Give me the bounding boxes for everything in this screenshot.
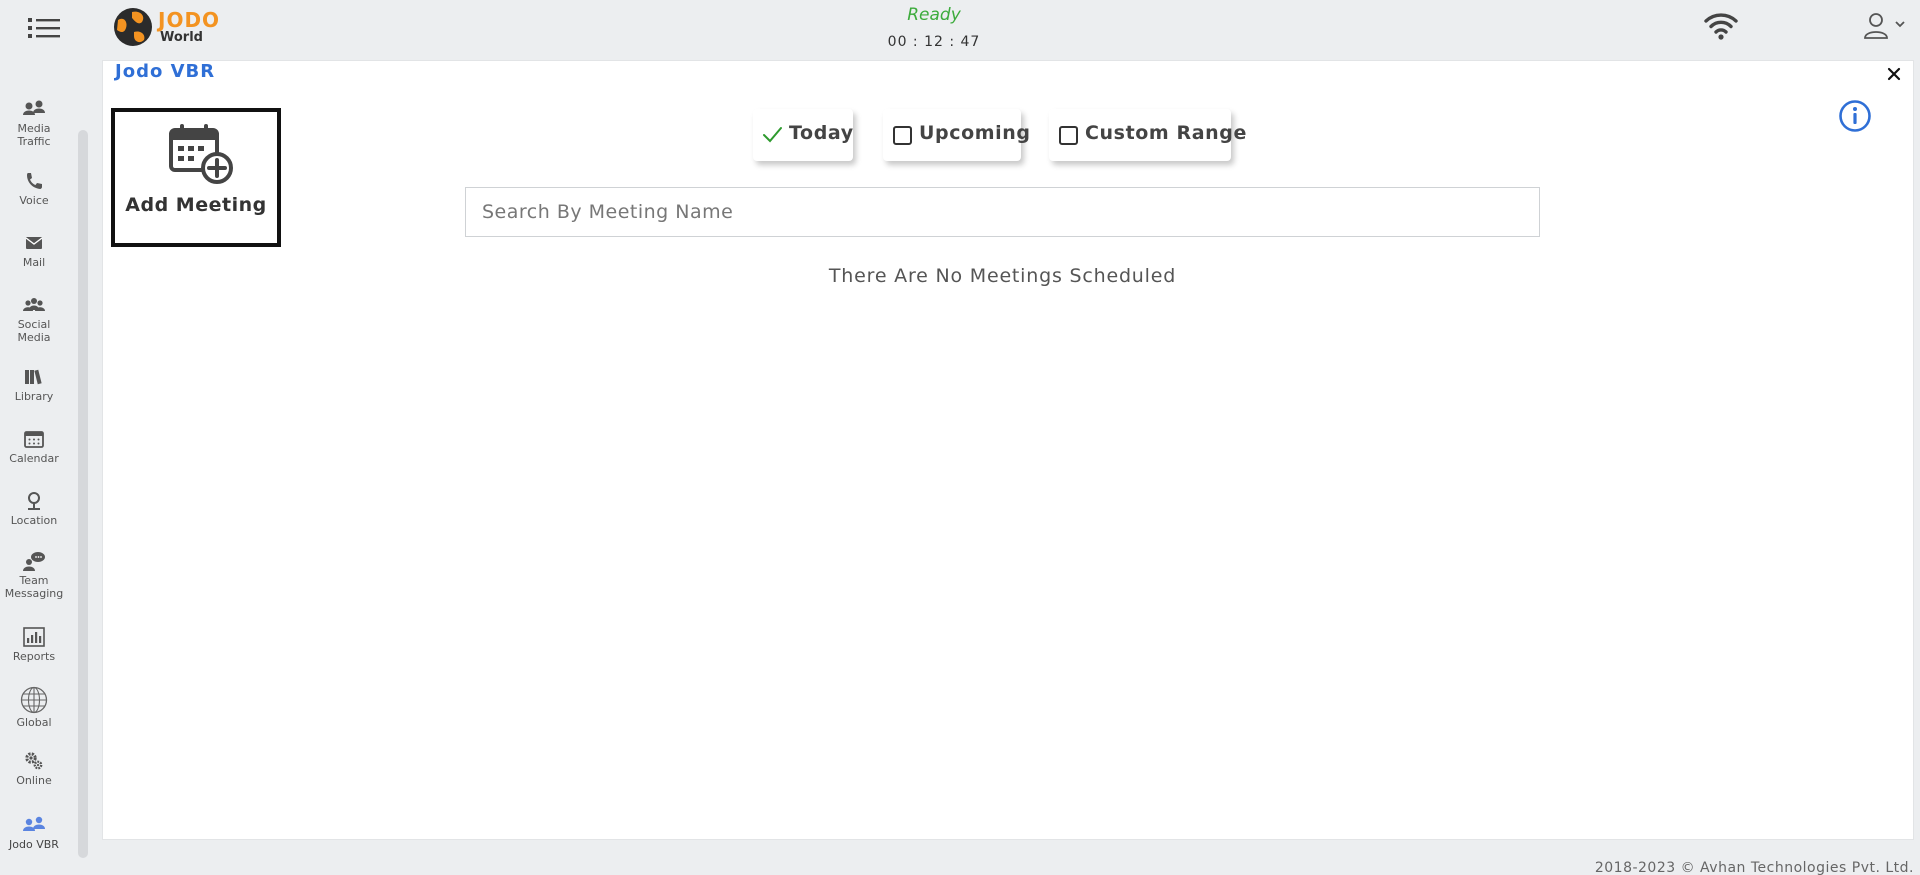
connection-status: Ready: [907, 5, 961, 25]
sidebar-item-label: Global: [16, 716, 52, 729]
sidebar-item-team-messaging[interactable]: Team Messaging: [0, 550, 68, 600]
sidebar-item-label: Media Traffic: [17, 122, 51, 148]
jodo-world-logo: JODO World: [112, 6, 232, 48]
globe-icon: [20, 686, 48, 714]
hamburger-menu-icon[interactable]: [28, 16, 60, 40]
gears-icon: [25, 752, 43, 770]
filter-label: Today: [789, 122, 854, 144]
sidebar-item-mail[interactable]: Mail: [0, 232, 68, 269]
sidebar-item-label: Reports: [12, 650, 56, 663]
session-timer: 00 : 12 : 47: [887, 34, 981, 50]
sidebar-item-label: Mail: [22, 256, 46, 269]
globe-logo-icon: [114, 8, 152, 46]
logo-brand-text: JODO: [158, 8, 221, 32]
sidebar-item-label: Library: [14, 390, 54, 403]
sidebar-item-reports[interactable]: Reports: [0, 626, 68, 663]
filter-custom-range[interactable]: Custom Range: [1049, 109, 1246, 161]
calendar-add-icon: [169, 124, 233, 184]
location-icon: [28, 492, 40, 510]
jodo-vbr-icon: [23, 816, 45, 831]
sidebar-item-calendar[interactable]: Calendar: [0, 428, 68, 465]
sidebar-item-jodo-vbr[interactable]: Jodo VBR: [0, 814, 68, 851]
panel-title: Jodo VBR: [115, 61, 216, 82]
main-panel: Jodo VBR Add Meeting Today Upcoming Cust…: [102, 60, 1914, 840]
sidebar-item-online[interactable]: Online: [0, 750, 68, 787]
footer-copyright: 2018-2023 © Avhan Technologies Pvt. Ltd.: [1594, 860, 1914, 875]
filter-label: Custom Range: [1085, 122, 1247, 144]
checkmark-icon: [763, 127, 782, 143]
meeting-search-input[interactable]: [465, 187, 1540, 237]
close-icon[interactable]: [1883, 63, 1905, 85]
add-meeting-label: Add Meeting: [125, 194, 267, 216]
sidebar-item-social-media[interactable]: Social Media: [0, 294, 68, 344]
sidebar-scrollbar[interactable]: [78, 130, 88, 858]
sidebar-item-label: Online: [16, 774, 52, 787]
sidebar-item-label: Social Media: [17, 318, 51, 344]
social-media-icon: [23, 298, 45, 311]
phone-icon: [27, 173, 42, 189]
sidebar-item-voice[interactable]: Voice: [0, 170, 68, 207]
calendar-icon: [24, 431, 44, 448]
sidebar-item-global[interactable]: Global: [0, 686, 68, 729]
wifi-icon: [1704, 13, 1738, 40]
filter-today[interactable]: Today: [753, 109, 853, 161]
library-icon: [25, 369, 42, 385]
reports-icon: [23, 627, 45, 647]
team-messaging-icon: [23, 552, 45, 571]
mail-icon: [25, 237, 43, 249]
top-bar: JODO World Ready 00 : 12 : 47: [0, 0, 1920, 56]
sidebar-item-location[interactable]: Location: [0, 490, 68, 527]
info-icon[interactable]: [1838, 99, 1872, 133]
empty-state-message: There Are No Meetings Scheduled: [828, 265, 1177, 287]
sidebar-item-label: Team Messaging: [4, 574, 64, 600]
sidebar-item-label: Voice: [19, 194, 49, 207]
sidebar-item-label: Calendar: [9, 452, 59, 465]
media-traffic-icon: [23, 100, 45, 115]
sidebar-item-label: Location: [10, 514, 58, 527]
sidebar-item-media-traffic[interactable]: Media Traffic: [0, 98, 68, 148]
checkbox-unchecked[interactable]: [893, 126, 912, 145]
logo-sub-text: World: [160, 30, 203, 45]
filter-upcoming[interactable]: Upcoming: [883, 109, 1030, 161]
add-meeting-button[interactable]: Add Meeting: [111, 108, 281, 247]
checkbox-unchecked[interactable]: [1059, 126, 1078, 145]
sidebar-item-library[interactable]: Library: [0, 366, 68, 403]
user-account-icon[interactable]: [1862, 12, 1908, 40]
filter-label: Upcoming: [919, 122, 1031, 144]
sidebar-item-label: Jodo VBR: [9, 838, 59, 851]
